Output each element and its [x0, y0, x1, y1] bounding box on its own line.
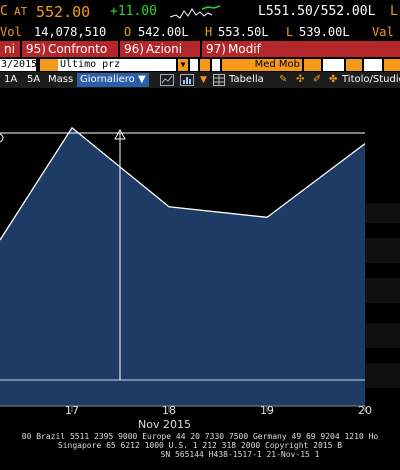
- modif-button[interactable]: 97) Modif: [202, 41, 400, 57]
- azioni-button[interactable]: 96) Azioni: [120, 41, 200, 57]
- date-field[interactable]: 3/2015: [0, 59, 37, 71]
- field-select[interactable]: Ultimo prz: [58, 59, 176, 71]
- sparkline-icon: [169, 3, 221, 24]
- open-value: 542.00L: [138, 25, 189, 39]
- x-tick-label: 19: [260, 404, 274, 417]
- low-label: L: [286, 25, 294, 39]
- price-change: +11.00: [110, 4, 157, 19]
- footer-line-2: Singapore 65 6212 1000 U.S. 1 212 318 20…: [57, 441, 343, 450]
- crosshair-icon[interactable]: ✣: [296, 72, 304, 88]
- x-month-label: Nov 2015: [138, 418, 191, 431]
- date-picker-button[interactable]: [40, 59, 58, 71]
- at-label: AT: [14, 5, 28, 18]
- grid-band: [365, 363, 400, 388]
- confronto-button[interactable]: 95) Confronto: [22, 41, 118, 57]
- volume-value: 14,078,510: [34, 25, 107, 39]
- volume-label: Vol: [0, 25, 22, 39]
- field-spacer: [190, 59, 198, 71]
- period-5a-button[interactable]: 5A: [27, 72, 40, 88]
- moving-average-field[interactable]: Med Mob: [222, 59, 302, 71]
- action-menu: ni 95) Confronto 96) Azioni 97) Modif: [0, 40, 400, 58]
- ma-option-1[interactable]: [304, 59, 321, 71]
- option-flag-2[interactable]: [212, 59, 220, 71]
- confronto-number: 95): [26, 42, 46, 56]
- table-button[interactable]: Tabella: [229, 72, 264, 88]
- period-1a-button[interactable]: 1A: [4, 72, 17, 88]
- line-chart-icon[interactable]: [160, 74, 174, 88]
- modif-number: 97): [206, 42, 226, 56]
- low-value: 539.00L: [299, 25, 350, 39]
- dropdown-arrow-icon[interactable]: ▼: [200, 72, 207, 88]
- ma-option-5[interactable]: [384, 59, 400, 71]
- x-tick-label: 18: [162, 404, 176, 417]
- ma-option-3[interactable]: [346, 59, 362, 71]
- grid-band: [365, 278, 400, 303]
- confronto-label: Confronto: [47, 42, 108, 56]
- footer-line-1: 00 Brazil 5511 2395 9000 Europe 44 20 73…: [21, 432, 379, 441]
- price-chart[interactable]: [0, 88, 400, 418]
- val-label: Val: [372, 25, 394, 39]
- grid-band: [365, 203, 400, 223]
- high-value: 553.50L: [218, 25, 269, 39]
- bid-ask: L551.50/552.00L: [258, 4, 376, 19]
- annotate-icon[interactable]: ✐: [313, 72, 321, 88]
- azioni-label: Azioni: [145, 42, 183, 56]
- options-bar: 3/2015 Ultimo prz ▼ Med Mob: [0, 58, 400, 72]
- stats-bar: Vol 14,078,510 O 542.00L H 553.50L L 539…: [0, 24, 400, 40]
- ma-option-2[interactable]: [323, 59, 344, 71]
- azioni-number: 96): [124, 42, 144, 56]
- high-label: H: [205, 25, 213, 39]
- ma-option-4[interactable]: [364, 59, 382, 71]
- grid-band: [365, 323, 400, 348]
- tools-icon[interactable]: ✤: [329, 72, 337, 88]
- footer-contacts: 00 Brazil 5511 2395 9000 Europe 44 20 73…: [0, 432, 400, 470]
- footer-line-3: SN 565144 H438-1517-1 21-Nov-15 1: [160, 450, 320, 459]
- menu-tail-label: ni: [4, 42, 15, 56]
- field-dropdown-icon[interactable]: ▼: [178, 59, 188, 71]
- bar-chart-icon[interactable]: [180, 74, 194, 88]
- option-flag-1[interactable]: [200, 59, 210, 71]
- last-price: 552.00: [36, 3, 91, 21]
- x-tick-label: 17: [65, 404, 79, 417]
- frequency-select[interactable]: Giornaliero ▼: [77, 73, 149, 87]
- table-icon: [213, 74, 225, 88]
- modif-label: Modif: [227, 42, 261, 56]
- x-tick-label: 20: [358, 404, 372, 417]
- chart-toolbar: 1A 5A Mass Giornaliero ▼ ▼ Tabella ✎ ✣ ✐…: [0, 72, 400, 88]
- ticker-tail: C: [0, 4, 8, 19]
- grid-band: [365, 238, 400, 263]
- trailing-flag: L: [390, 4, 398, 19]
- mass-button[interactable]: Mass: [48, 72, 73, 88]
- menu-tail-button[interactable]: ni: [0, 41, 20, 57]
- title-study-button[interactable]: Titolo/Studio: [342, 72, 400, 88]
- quote-bar: C AT 552.00 +11.00 L551.50/552.00L L: [0, 0, 400, 24]
- pencil-icon[interactable]: ✎: [279, 72, 287, 88]
- open-label: O: [124, 25, 132, 39]
